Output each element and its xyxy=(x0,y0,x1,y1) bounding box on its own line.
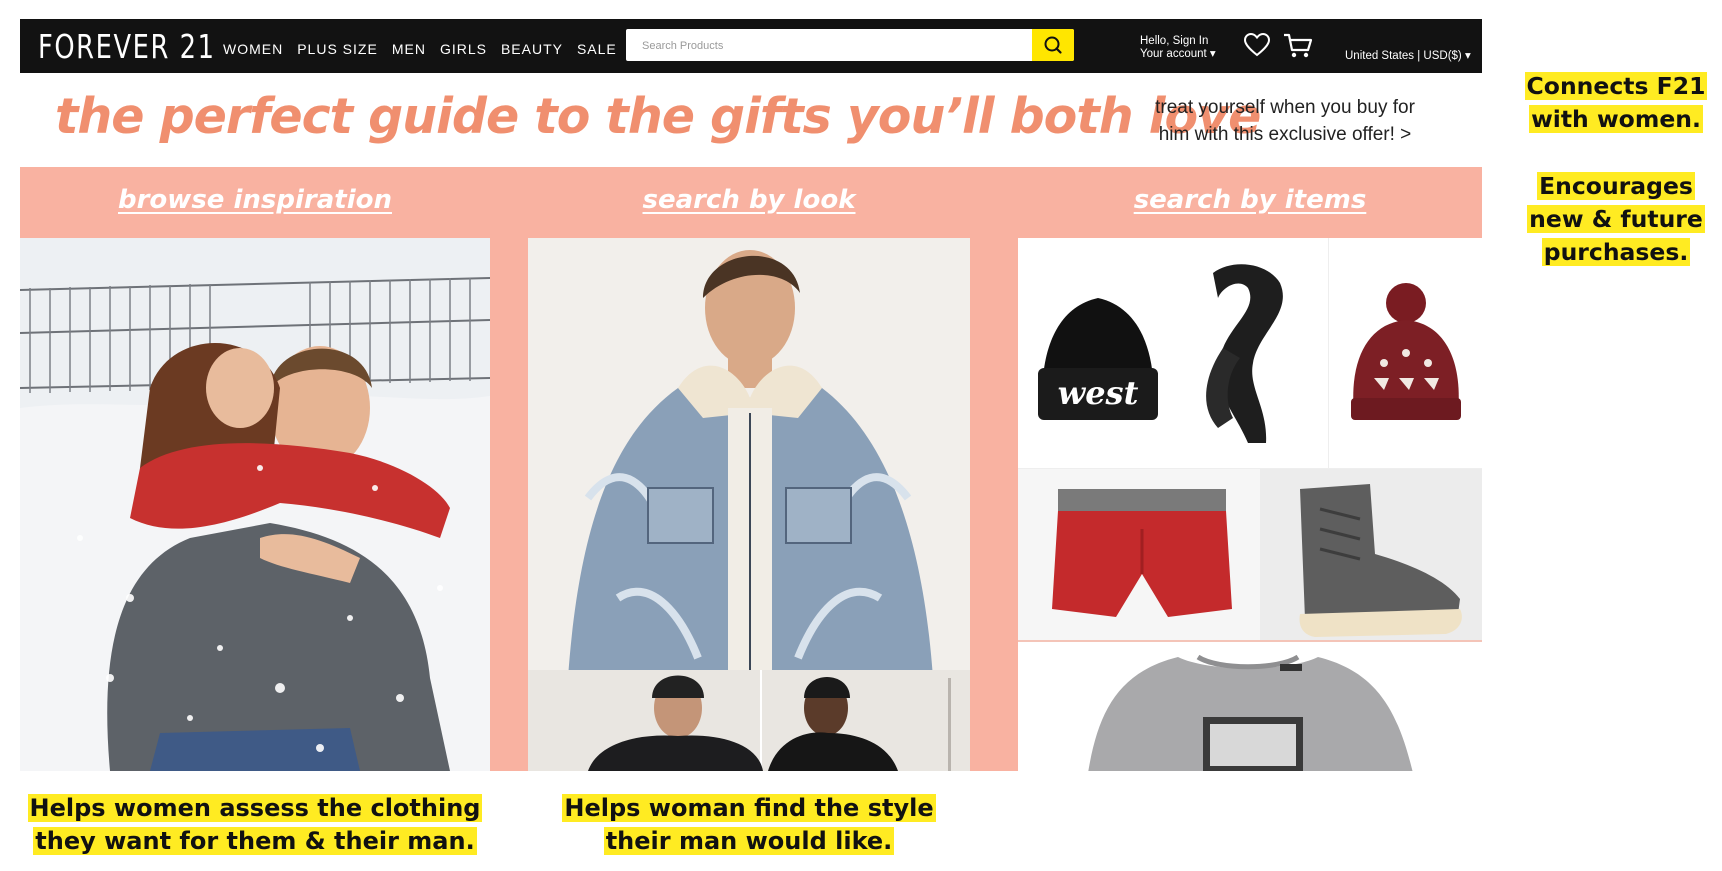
denim-jacket-photo xyxy=(528,238,970,771)
offer-line-2: him with this exclusive offer! > xyxy=(1158,124,1412,145)
chevron-down-icon: ▾ xyxy=(1464,50,1471,62)
nav-sale[interactable]: SALE xyxy=(577,41,617,57)
annotation-line: with women. xyxy=(1529,105,1703,133)
annotation-line: Helps woman find the style xyxy=(562,794,936,822)
red-pom-beanie-image xyxy=(1351,283,1461,420)
red-boxer-brief-image xyxy=(1052,489,1232,617)
annotation-line: Helps women assess the clothing xyxy=(27,794,483,822)
top-nav-bar: FOREVER 21 WOMEN PLUS SIZE MEN GIRLS BEA… xyxy=(20,19,1482,73)
exclusive-offer-link[interactable]: treat yourself when you buy for him with… xyxy=(1120,94,1450,148)
annotation-find-style: Helps woman find the style their man wou… xyxy=(528,792,970,858)
search-by-items-grid: west xyxy=(1018,238,1482,771)
main-nav: WOMEN PLUS SIZE MEN GIRLS BEAUTY SALE xyxy=(223,41,617,57)
grey-boot-image xyxy=(1299,484,1462,637)
nav-beauty[interactable]: BEAUTY xyxy=(501,41,563,57)
item-tile-beanie-scarf[interactable]: west xyxy=(1018,238,1328,468)
couple-photo xyxy=(20,238,490,771)
annotation-line: their man would like. xyxy=(603,827,895,855)
region-label: United States | USD($) xyxy=(1345,50,1462,62)
nav-girls[interactable]: GIRLS xyxy=(440,41,487,57)
account-label: Your account xyxy=(1140,48,1207,60)
nav-plus-size[interactable]: PLUS SIZE xyxy=(297,41,378,57)
forever21-logo[interactable]: FOREVER 21 xyxy=(38,27,216,66)
annotation-line: Encourages xyxy=(1537,172,1695,200)
search-input[interactable] xyxy=(640,29,1034,63)
annotation-line: new & future xyxy=(1527,205,1705,233)
grey-sweatshirt-image xyxy=(1088,654,1413,771)
browse-inspiration-link[interactable]: browse inspiration xyxy=(20,185,490,215)
search-by-look-image[interactable] xyxy=(528,238,970,771)
item-tile-boxer-brief[interactable] xyxy=(1018,468,1260,641)
annotation-connects-f21: Connects F21 with women. Encourages new … xyxy=(1516,70,1716,269)
account-menu[interactable]: Hello, Sign In Your account ▾ xyxy=(1140,35,1216,61)
nav-women[interactable]: WOMEN xyxy=(223,41,283,57)
cart-icon[interactable] xyxy=(1282,32,1314,60)
browse-inspiration-image[interactable] xyxy=(20,238,490,771)
beanie-text: west xyxy=(1058,374,1139,412)
item-tile-graphic-sweatshirt[interactable] xyxy=(1018,640,1482,771)
search-by-look-link[interactable]: search by look xyxy=(528,185,970,215)
annotation-line: purchases. xyxy=(1541,238,1691,266)
heart-icon[interactable] xyxy=(1243,32,1271,58)
search-by-items-link[interactable]: search by items xyxy=(1018,185,1482,215)
chevron-down-icon: ▾ xyxy=(1209,48,1216,60)
offer-line-1: treat yourself when you buy for xyxy=(1155,97,1415,118)
region-selector[interactable]: United States | USD($) ▾ xyxy=(1345,48,1471,62)
item-tile-boot[interactable] xyxy=(1260,468,1482,641)
search-box xyxy=(626,29,1074,63)
nav-men[interactable]: MEN xyxy=(392,41,426,57)
search-button[interactable] xyxy=(1032,29,1074,61)
search-icon xyxy=(1044,36,1062,54)
promo-headline: the perfect guide to the gifts you’ll bo… xyxy=(55,88,1261,145)
annotation-line: Connects F21 xyxy=(1524,72,1708,100)
account-greeting: Hello, Sign In xyxy=(1140,35,1209,47)
beanie-and-scarf-image: west xyxy=(1038,264,1283,443)
annotation-line: they want for them & their man. xyxy=(33,827,477,855)
item-tile-pom-beanie[interactable] xyxy=(1328,238,1482,468)
annotation-assess-clothing: Helps women assess the clothing they wan… xyxy=(20,792,490,858)
